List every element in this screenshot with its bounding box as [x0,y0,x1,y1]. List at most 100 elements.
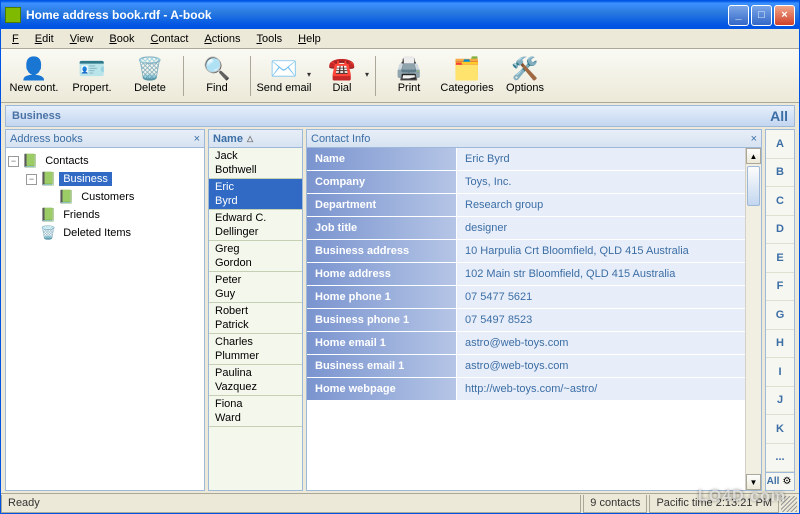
search-icon: 🔍 [203,58,230,80]
close-icon[interactable]: × [194,133,200,145]
address-books-panel: Address books × − 📗 Contacts − 📗 Busines… [5,129,205,491]
collapse-icon[interactable]: − [8,156,19,167]
menu-file[interactable]: F [5,31,26,47]
tree-node-deleted[interactable]: 🗑️ Deleted Items [8,224,202,242]
trash-icon: 🗑️ [40,225,56,241]
status-ready: Ready [1,495,581,513]
book-icon: 📗 [58,189,74,205]
phone-icon: ☎️ [328,58,355,80]
trash-icon: 🗑️ [136,58,163,80]
status-time: Pacific time 2:13:21 PM [649,495,779,513]
print-button[interactable]: 🖨️Print [380,52,438,100]
info-value: 07 5497 8523 [457,309,745,331]
delete-button[interactable]: 🗑️Delete [121,52,179,100]
gear-icon[interactable]: ⚙ [780,473,794,490]
panel-header: Contact Info × [307,130,761,148]
menu-actions[interactable]: Actions [197,31,247,47]
names-panel: Name△ JackBothwellEricByrdEdward C.Delli… [208,129,303,491]
alpha-letter[interactable]: B [766,159,794,188]
new-contact-button[interactable]: 👤New cont. [5,52,63,100]
alpha-letter[interactable]: J [766,387,794,416]
tree-node-customers[interactable]: 📗 Customers [8,188,202,206]
chevron-down-icon[interactable]: ▾ [307,70,311,79]
minimize-button[interactable]: _ [728,5,749,26]
list-item[interactable]: PeterGuy [209,272,302,303]
alpha-letter[interactable]: C [766,187,794,216]
info-row: Business phone 107 5497 8523 [307,309,745,332]
menu-help[interactable]: Help [291,31,328,47]
close-icon[interactable]: × [751,133,757,145]
list-icon: 🗂️ [453,58,480,80]
alpha-letter[interactable]: D [766,216,794,245]
info-row: Business address10 Harpulia Crt Bloomfie… [307,240,745,263]
menu-edit[interactable]: Edit [28,31,61,47]
resize-grip[interactable] [781,496,797,512]
alpha-all[interactable]: All [766,473,780,490]
breadcrumb-bar: Business All [5,105,795,127]
scroll-thumb[interactable] [747,166,760,206]
close-button[interactable]: × [774,5,795,26]
list-item[interactable]: Edward C.Dellinger [209,210,302,241]
menu-book[interactable]: Book [102,31,141,47]
tree-node-business[interactable]: − 📗 Business [8,170,202,188]
list-item[interactable]: GregGordon [209,241,302,272]
menu-view[interactable]: View [63,31,101,47]
alpha-letter[interactable]: H [766,330,794,359]
options-button[interactable]: 🛠️Options [496,52,554,100]
menu-contact[interactable]: Contact [143,31,195,47]
properties-button[interactable]: 🪪Propert. [63,52,121,100]
book-icon: 📗 [40,171,56,187]
alpha-index: ABCDEFGHIJK...All⚙ [765,129,795,491]
scroll-up-icon[interactable]: ▲ [746,148,761,164]
maximize-button[interactable]: □ [751,5,772,26]
list-item[interactable]: RobertPatrick [209,303,302,334]
info-row: Business email 1astro@web-toys.com [307,355,745,378]
alpha-letter[interactable]: I [766,358,794,387]
info-row: Home address102 Main str Bloomfield, QLD… [307,263,745,286]
breadcrumb: Business [12,110,770,122]
toolbar: 👤New cont. 🪪Propert. 🗑️Delete 🔍Find ✉️Se… [1,49,799,103]
info-label: Company [307,171,457,193]
email-icon: ✉️ [270,58,297,80]
info-row: DepartmentResearch group [307,194,745,217]
filter-all[interactable]: All [770,108,788,124]
list-item[interactable]: CharlesPlummer [209,334,302,365]
collapse-icon[interactable]: − [26,174,37,185]
list-item[interactable]: PaulinaVazquez [209,365,302,396]
dial-button[interactable]: ☎️Dial▾ [313,52,371,100]
tree-node-friends[interactable]: 📗 Friends [8,206,202,224]
categories-button[interactable]: 🗂️Categories [438,52,496,100]
panel-header: Address books × [6,130,204,148]
scrollbar[interactable]: ▲ ▼ [745,148,761,490]
list-item[interactable]: JackBothwell [209,148,302,179]
alpha-letter[interactable]: F [766,273,794,302]
find-button[interactable]: 🔍Find [188,52,246,100]
info-label: Name [307,148,457,170]
contact-info-panel: Contact Info × NameEric ByrdCompanyToys,… [306,129,762,491]
info-row: Job titledesigner [307,217,745,240]
tools-icon: 🛠️ [511,58,538,80]
book-icon: 📗 [22,153,38,169]
chevron-down-icon[interactable]: ▾ [365,70,369,79]
info-row: Home email 1astro@web-toys.com [307,332,745,355]
printer-icon: 🖨️ [395,58,422,80]
info-label: Business email 1 [307,355,457,377]
list-item[interactable]: FionaWard [209,396,302,427]
info-value: astro@web-toys.com [457,355,745,377]
alpha-letter[interactable]: A [766,130,794,159]
card-icon: 🪪 [78,58,105,80]
info-value: http://web-toys.com/~astro/ [457,378,745,400]
info-row: NameEric Byrd [307,148,745,171]
alpha-letter[interactable]: E [766,244,794,273]
names-header[interactable]: Name△ [209,130,302,148]
alpha-letter[interactable]: K [766,415,794,444]
alpha-letter[interactable]: ... [766,444,794,473]
scroll-down-icon[interactable]: ▼ [746,474,761,490]
info-value: 102 Main str Bloomfield, QLD 415 Austral… [457,263,745,285]
book-icon: 📗 [40,207,56,223]
menu-tools[interactable]: Tools [249,31,289,47]
send-email-button[interactable]: ✉️Send email▾ [255,52,313,100]
alpha-letter[interactable]: G [766,301,794,330]
tree-node-contacts[interactable]: − 📗 Contacts [8,152,202,170]
list-item[interactable]: EricByrd [209,179,302,210]
